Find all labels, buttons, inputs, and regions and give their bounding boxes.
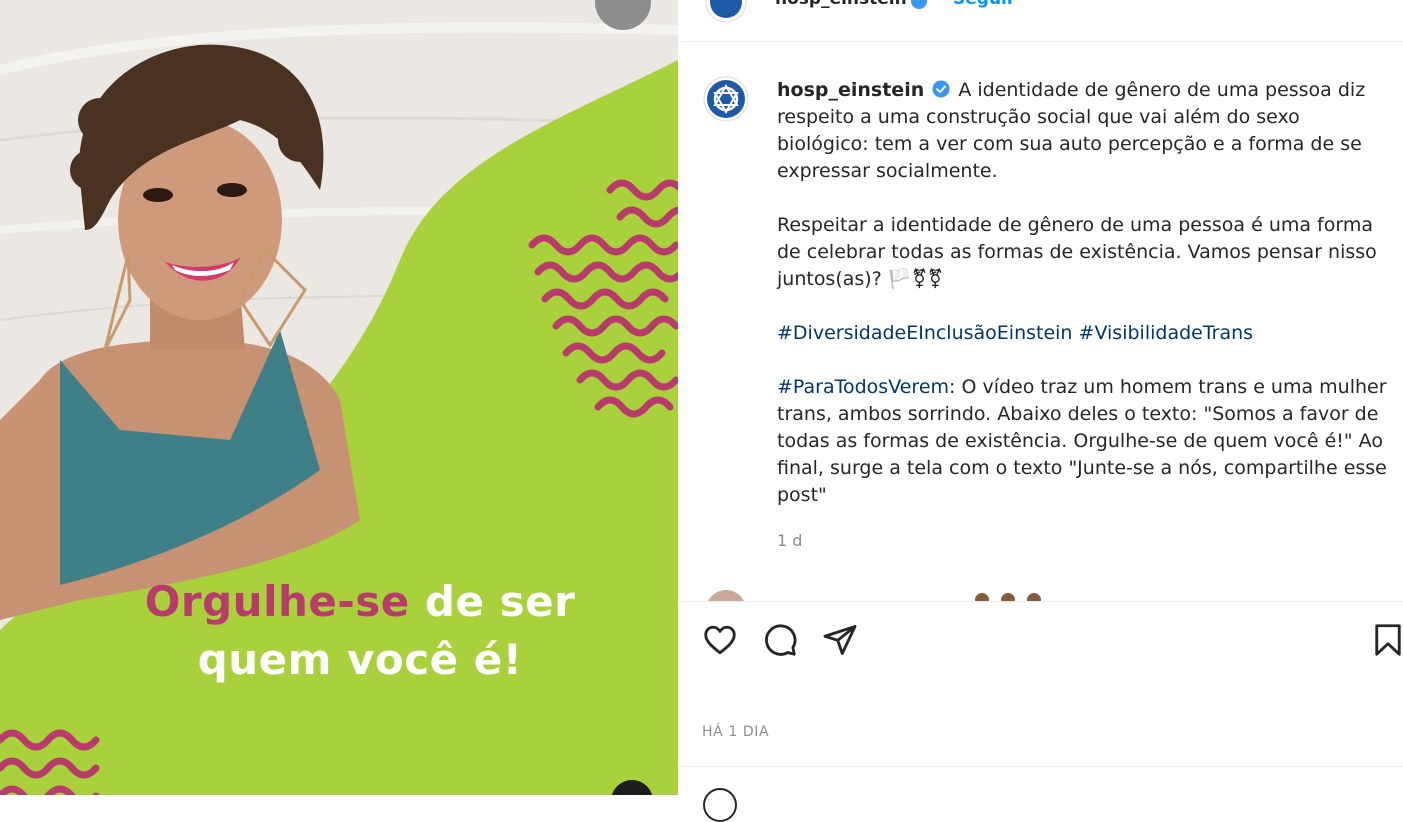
caption-paragraph-2: Respeitar a identidade de gênero de uma … [777, 214, 1377, 290]
post-header: hosp_einstein Seguir [678, 0, 1403, 42]
follow-button[interactable]: Seguir [953, 0, 1015, 9]
hashtag-link[interactable]: #VisibilidadeTrans [1079, 322, 1254, 344]
comment-preview-partial [703, 590, 1403, 601]
share-button[interactable] [820, 620, 860, 660]
avatar[interactable] [706, 590, 746, 601]
comment-icon [765, 624, 797, 656]
header-username[interactable]: hosp_einstein [775, 0, 907, 9]
caption-paragraph-1: hosp_einstein A identidade de gênero de … [777, 77, 1389, 185]
bookmark-icon [1375, 624, 1401, 656]
comment-button[interactable] [760, 620, 800, 660]
caption-hashtags: #DiversidadeEInclusãoEinstein #Visibilid… [777, 320, 1389, 347]
hashtag-link[interactable]: #DiversidadeEInclusãoEinstein [777, 322, 1072, 344]
media-headline-line2: quem você é! [197, 635, 523, 684]
caption-paragraph-4: #ParaTodosVerem: O vídeo traz um homem t… [777, 374, 1389, 509]
headline-highlight: Orgulhe-se [144, 577, 410, 626]
header-avatar[interactable] [705, 0, 747, 23]
emoji-picker-icon[interactable] [703, 788, 737, 822]
headline-rest: de ser [409, 577, 576, 626]
media-headline-line1: Orgulhe-se de ser [0, 573, 678, 631]
post-caption: hosp_einstein A identidade de gênero de … [777, 77, 1389, 509]
verified-badge-icon [911, 0, 927, 9]
emoji-icon [1027, 593, 1041, 601]
post-media[interactable]: Orgulhe-se de ser quem você é! [0, 0, 678, 795]
caption-timestamp[interactable]: 1 d [777, 531, 802, 550]
save-button[interactable] [1368, 620, 1403, 660]
hashtag-link[interactable]: #ParaTodosVerem [777, 376, 949, 398]
caption-username[interactable]: hosp_einstein [777, 79, 924, 101]
emoji-icon [1001, 593, 1015, 601]
send-icon [823, 625, 857, 655]
caption-avatar[interactable] [703, 76, 749, 122]
verified-badge-icon [932, 80, 950, 98]
heart-icon [704, 625, 736, 655]
post-actions-bar [678, 620, 1403, 664]
emoji-icon [975, 593, 989, 601]
divider [678, 766, 1403, 767]
like-button[interactable] [700, 620, 740, 660]
post-date[interactable]: HÁ 1 DIA [702, 724, 769, 740]
post-details-panel: hosp_einstein Seguir hosp_einstein A ide… [678, 0, 1403, 822]
divider [678, 601, 1403, 602]
